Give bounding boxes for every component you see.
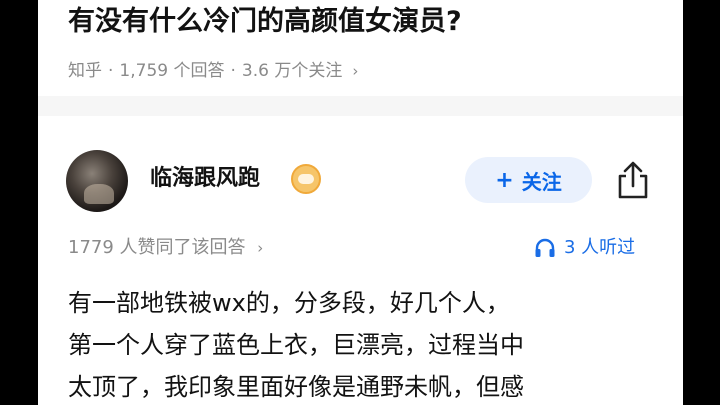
- section-divider: [38, 96, 683, 116]
- headphones-icon: [535, 238, 555, 257]
- meta-separator: ·: [108, 61, 114, 81]
- approve-count[interactable]: 1779 人赞同了该回答 ›: [68, 232, 263, 264]
- answer-count: 1,759 个回答: [119, 61, 225, 81]
- plus-icon: +: [495, 167, 514, 193]
- author-badge-icon: [291, 164, 321, 194]
- follow-button[interactable]: + 关注: [465, 157, 592, 203]
- question-title[interactable]: 有没有什么冷门的高颜值女演员?: [68, 2, 668, 42]
- approve-text: 1779 人赞同了该回答: [68, 237, 246, 258]
- follow-label: 关注: [521, 169, 562, 194]
- answer-line: 太顶了，我印象里面好像是通野未帆，但感: [68, 373, 524, 401]
- answer-line: 第一个人穿了蓝色上衣，巨漂亮，过程当中: [68, 331, 524, 359]
- chevron-right-icon: ›: [352, 62, 359, 80]
- answer-line: 有一部地铁被wx的，分多段，好几个人，: [68, 289, 510, 317]
- author-avatar[interactable]: [66, 150, 128, 212]
- source-label: 知乎: [68, 61, 102, 81]
- badge-inner: [298, 174, 314, 184]
- meta-separator: ·: [230, 61, 236, 81]
- author-name[interactable]: 临海跟风跑: [150, 162, 260, 196]
- zhihu-answer-screen: 有没有什么冷门的高颜值女演员? 知乎 · 1,759 个回答 · 3.6 万个关…: [38, 0, 683, 405]
- answer-body[interactable]: 有一部地铁被wx的，分多段，好几个人， 第一个人穿了蓝色上衣，巨漂亮，过程当中 …: [68, 282, 678, 405]
- chevron-right-icon: ›: [257, 239, 264, 257]
- listen-button[interactable]: 3 人听过: [534, 232, 635, 264]
- share-icon[interactable]: [615, 160, 651, 200]
- listen-text: 3 人听过: [564, 237, 636, 258]
- follower-count: 3.6 万个关注: [241, 61, 343, 81]
- question-meta[interactable]: 知乎 · 1,759 个回答 · 3.6 万个关注 ›: [68, 56, 358, 86]
